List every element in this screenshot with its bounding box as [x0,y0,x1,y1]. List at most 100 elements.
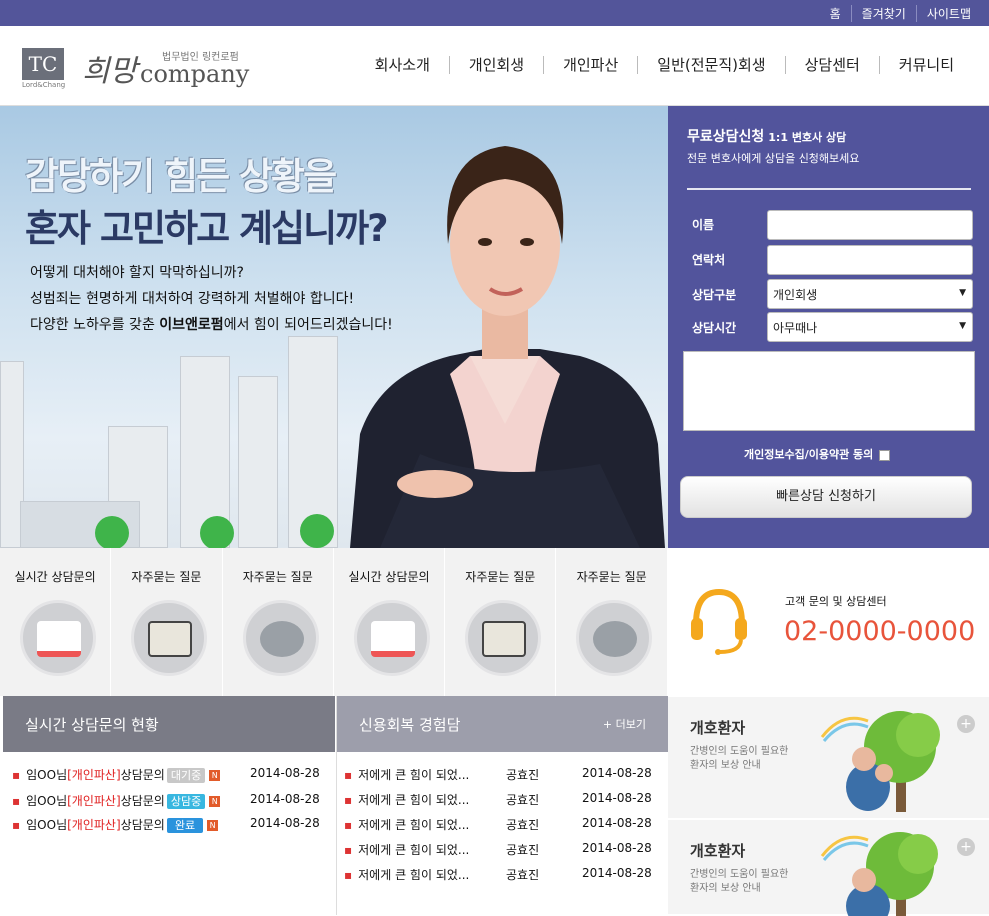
side-box-desc-1: 간병인의 도움이 필요한 [690,869,789,880]
quick-item-label: 자주묻는 질문 [576,570,647,584]
hero-text-3-bold: 이브앤로펌 [159,317,224,333]
form-title-text: 무료상담신청 [687,129,765,145]
row-author: 공효진 [506,868,540,882]
side-box-desc-2: 환자의 보상 안내 [690,883,761,894]
status-badge: 상담중 [166,794,206,809]
time-select[interactable]: 아무때나 [767,312,973,342]
new-badge: N [209,770,221,781]
row-author: 공효진 [506,818,540,832]
logo[interactable]: TC Lord&Chang 희망 법무법인 링컨로펌 company [22,46,252,90]
nav-item-about[interactable]: 회사소개 [356,56,449,74]
type-select[interactable]: 개인회생 [767,279,973,309]
quick-item-faq-2[interactable]: 자주묻는 질문 [223,548,334,696]
row-text: 상담문의 [120,768,165,782]
side-box-desc-2: 환자의 보상 안내 [690,760,761,771]
quick-item-live-consult[interactable]: 실시간 상담문의 [0,548,112,696]
main-nav: 회사소개 개인회생 개인파산 일반(전문직)회생 상담센터 커뮤니티 [356,56,973,74]
tree [300,514,334,548]
row-date: 2014-08-28 [582,816,652,830]
list-item[interactable]: ▪ 저에게 큰 힘이 되었... 공효진 2014-08-28 [344,841,659,858]
quick-item-label: 자주묻는 질문 [242,570,313,584]
bullet: ▪ [12,818,21,832]
logo-company: company [140,60,250,88]
row-text: 저에게 큰 힘이 되었... [358,768,470,782]
quick-item-faq-4[interactable]: 자주묻는 질문 [556,548,668,696]
row-author: 공효진 [506,793,540,807]
row-author: 공효진 [506,768,540,782]
side-box-desc: 간병인의 도움이 필요한 환자의 보상 안내 [690,745,788,773]
list-item[interactable]: ▪ 임OO님[개인파산]상담문의 대기중 N 2014-08-28 [12,766,320,783]
bullet: ▪ [12,768,21,782]
row-text: 저에게 큰 힘이 되었... [358,843,470,857]
logo-mark: TC [22,48,64,80]
privacy-checkbox[interactable] [879,449,891,461]
form-title-small: 1:1 변호사 상담 [768,131,847,144]
submit-button[interactable]: 빠른상담 신청하기 [680,476,972,518]
sitemap-link[interactable]: 사이트맵 [915,5,981,22]
list-item[interactable]: ▪ 저에게 큰 힘이 되었... 공효진 2014-08-28 [344,766,659,783]
laptop-icon [353,600,430,676]
hero-headline-1: 감당하기 힘든 상황을 [25,155,337,198]
phone-input[interactable] [767,245,973,275]
privacy-agree-label: 개인정보수집/이용약관 동의 [744,448,874,461]
list-item[interactable]: ▪ 임OO님[개인파산]상담문의 완료 N 2014-08-28 [12,816,320,833]
hero-text-2: 성범죄는 현명하게 대처하여 강력하게 처벌해야 합니다! [30,291,355,307]
site-header: TC Lord&Chang 희망 법무법인 링컨로펌 company 회사소개 … [0,26,989,106]
bullet: ▪ [344,793,353,807]
nav-item-consult[interactable]: 상담센터 [784,56,879,74]
nav-item-professional[interactable]: 일반(전문직)회생 [637,56,784,74]
laptop-icon [20,600,96,676]
globe-dollar-icon [576,600,653,676]
quick-links: 실시간 상담문의 자주묻는 질문 자주묻는 질문 실시간 상담문의 자주묻는 질… [0,548,668,696]
nav-item-community[interactable]: 커뮤니티 [878,56,973,74]
row-text: 저에게 큰 힘이 되었... [358,793,470,807]
form-title: 무료상담신청 1:1 변호사 상담 [687,126,846,146]
utility-links: 홈 즐겨찾기 사이트맵 [820,5,981,22]
reviews-title: 신용회복 경험담 [359,716,461,734]
home-link[interactable]: 홈 [820,5,851,22]
name-label: 이름 [692,218,715,232]
row-text: 저에게 큰 힘이 되었... [358,818,470,832]
side-box-desc: 간병인의 도움이 필요한환자의 보상 안내 [690,868,788,896]
quick-item-faq[interactable]: 자주묻는 질문 [111,548,223,696]
nav-item-bankruptcy[interactable]: 개인파산 [543,56,637,74]
quick-item-label: 실시간 상담문의 [14,570,96,584]
top-utility-bar: 홈 즐겨찾기 사이트맵 [0,0,989,26]
call-center: 고객 문의 및 상담센터 02-0000-0000 [668,548,989,696]
side-box-care[interactable]: 개호환자 간병인의 도움이 필요한 환자의 보상 안내 + [668,697,989,819]
bullet: ▪ [344,843,353,857]
bookmark-link[interactable]: 즐겨찾기 [850,5,916,22]
row-text: 상담문의 [120,818,165,832]
side-box-care-2[interactable]: 개호환자 간병인의 도움이 필요한 환자의 보상 안내 + [668,820,989,916]
row-date: 2014-08-28 [250,792,320,806]
quick-item-faq-3[interactable]: 자주묻는 질문 [445,548,557,696]
nav-item-rehabilitation[interactable]: 개인회생 [448,56,543,74]
more-link[interactable]: + 더보기 [603,716,646,732]
bullet: ▪ [344,768,353,782]
new-badge: N [209,796,221,807]
name-input[interactable] [767,210,973,240]
woman-image [350,146,665,548]
call-center-label: 고객 문의 및 상담센터 [785,595,887,608]
row-date: 2014-08-28 [250,816,320,830]
side-box-title: 개호환자 [690,719,746,737]
family-tree-image [820,711,940,812]
quick-item-live-consult-2[interactable]: 실시간 상담문의 [334,548,446,696]
list-item[interactable]: ▪ 저에게 큰 힘이 되었... 공효진 2014-08-28 [344,816,659,833]
call-center-phone[interactable]: 02-0000-0000 [784,616,975,647]
bullet: ▪ [344,868,353,882]
bullet: ▪ [12,794,21,808]
time-label: 상담시간 [692,321,737,335]
message-textarea[interactable] [683,351,975,431]
globe-dollar-icon [242,600,319,676]
tree [95,516,129,548]
plus-icon[interactable]: + [957,838,975,856]
plus-icon[interactable]: + [957,715,975,733]
list-item[interactable]: ▪ 임OO님[개인파산]상담문의 상담중 N 2014-08-28 [12,792,320,809]
row-date: 2014-08-28 [582,791,652,805]
list-item[interactable]: ▪ 저에게 큰 힘이 되었... 공효진 2014-08-28 [344,791,659,808]
list-item[interactable]: ▪ 저에게 큰 힘이 되었... 공효진 2014-08-28 [344,866,659,883]
hero-banner: 감당하기 힘든 상황을 혼자 고민하고 계십니까? 어떻게 대처해야 할지 막막… [0,106,668,548]
type-select-value: 개인회생 [773,288,818,302]
logo-script: 희망 [82,54,138,89]
